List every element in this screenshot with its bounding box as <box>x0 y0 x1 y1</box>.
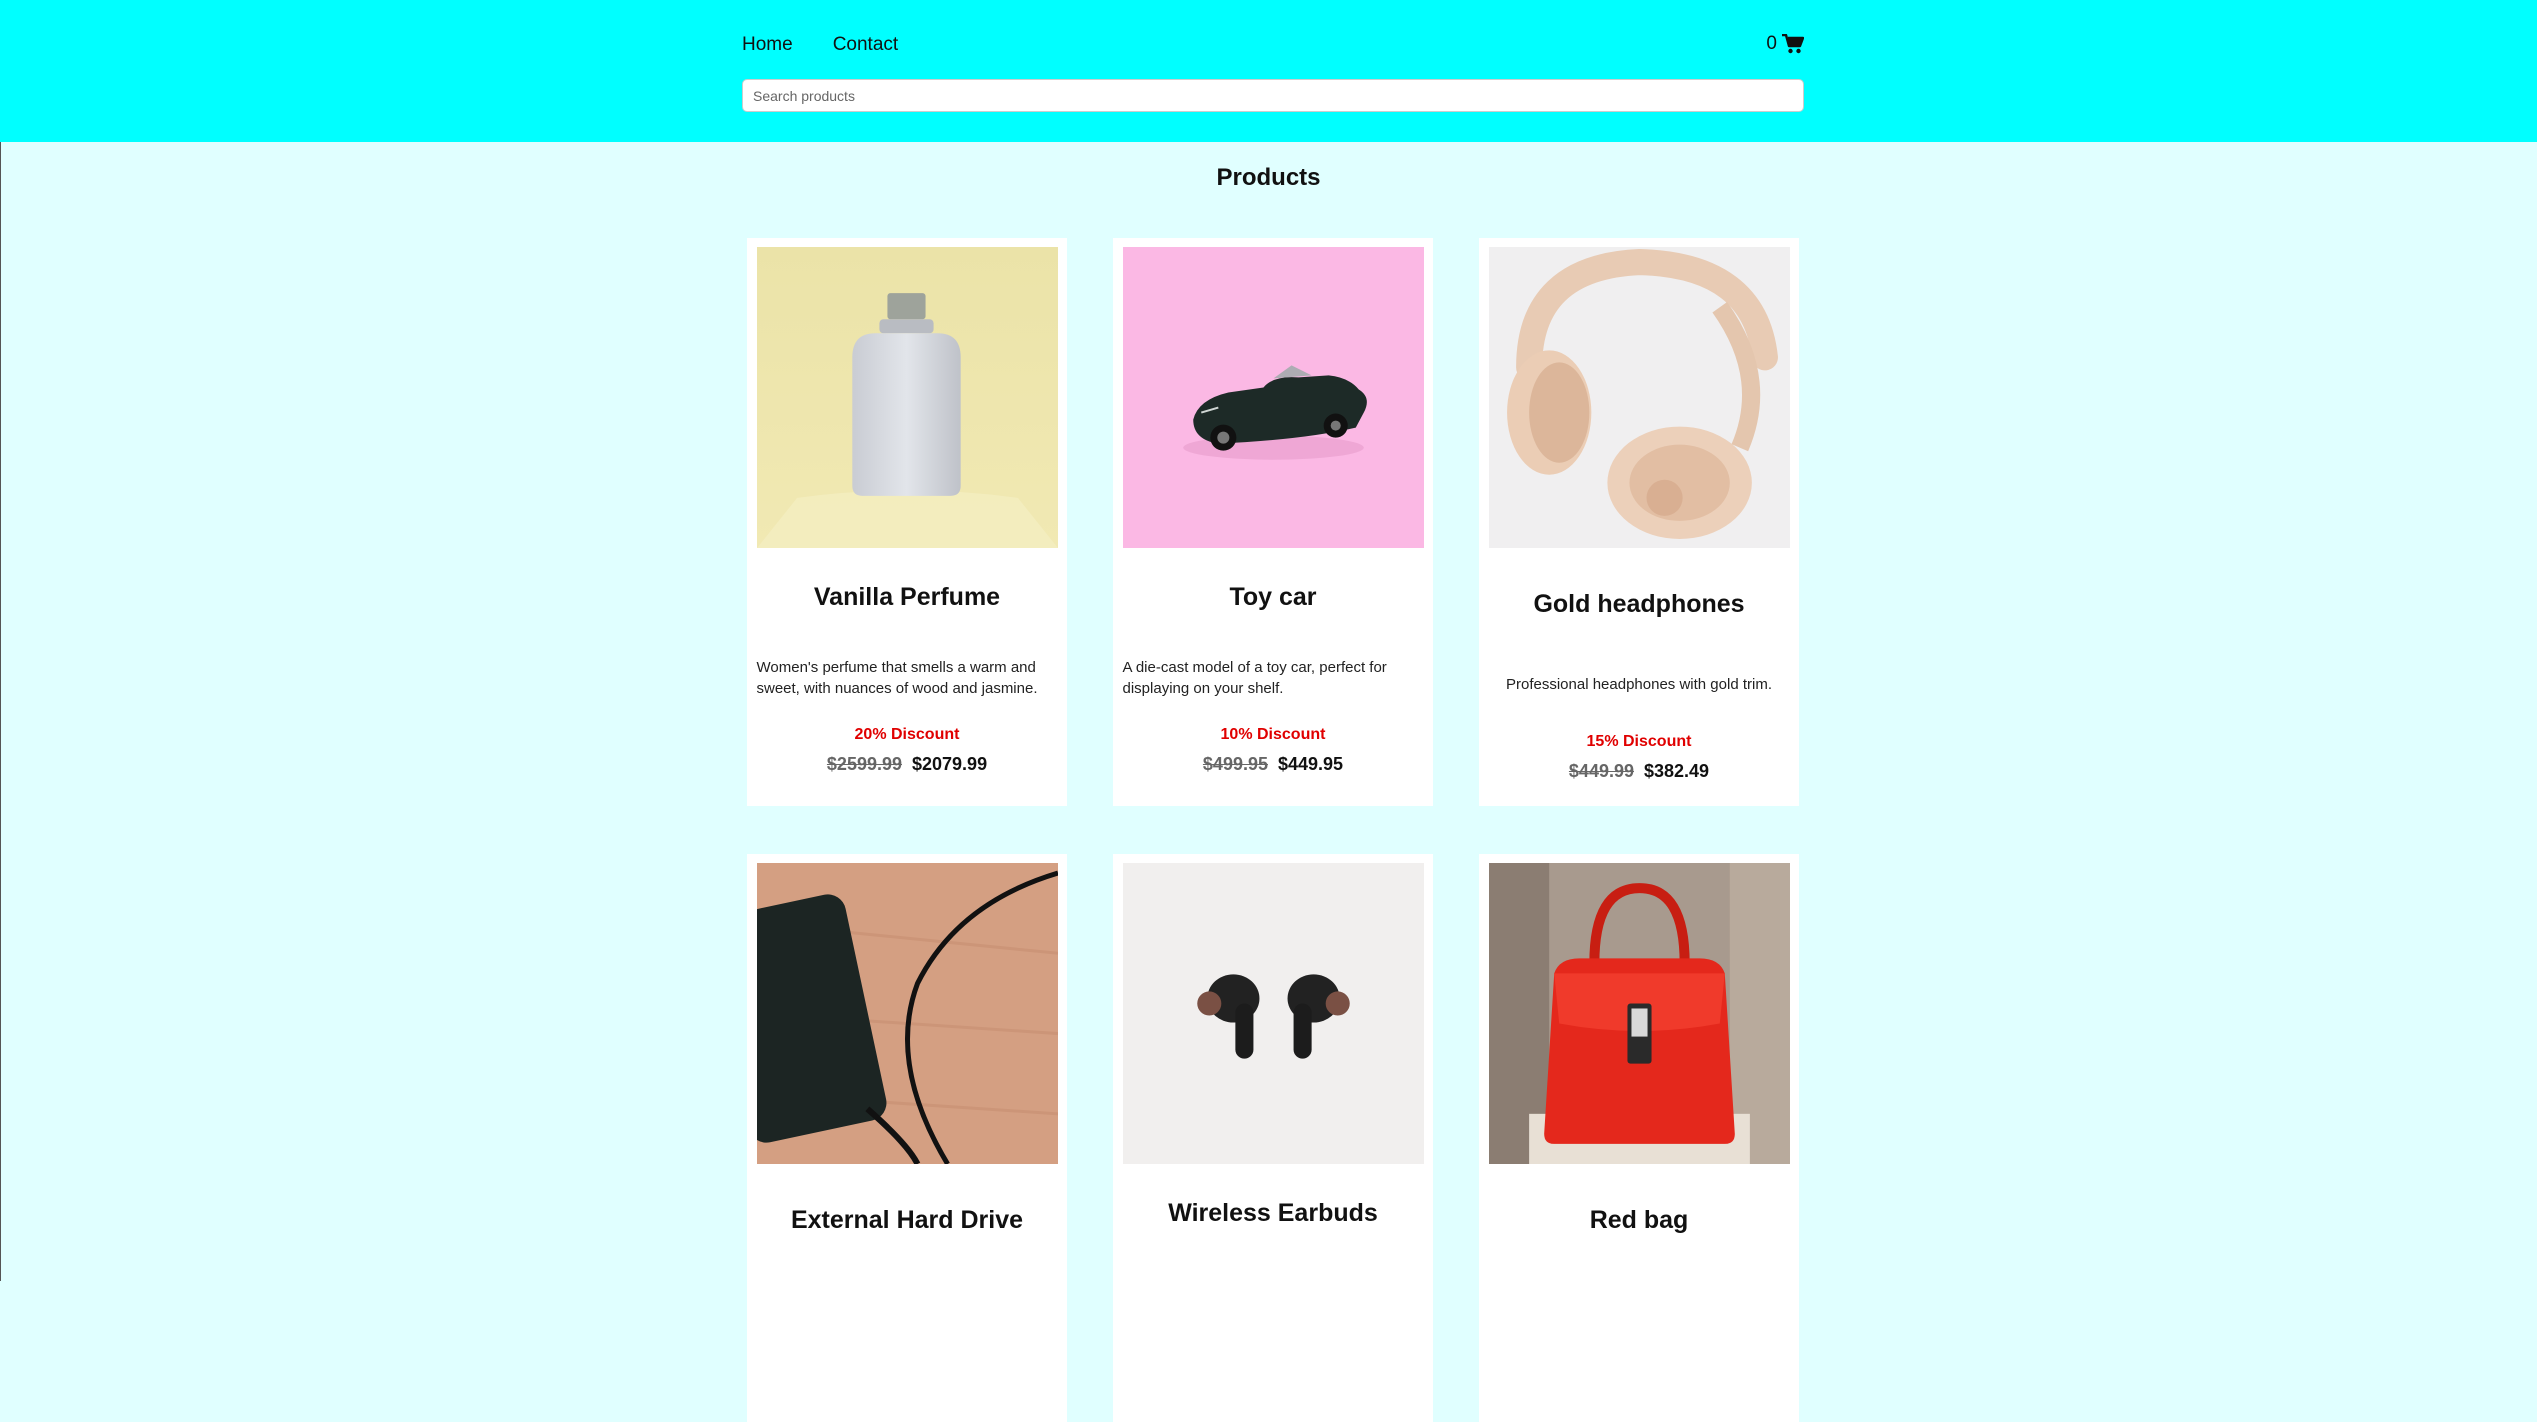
hard-drive-image <box>756 863 1058 1164</box>
price-row: $499.95 $449.95 <box>1203 754 1343 775</box>
old-price: $499.95 <box>1202 753 1268 774</box>
cart-button[interactable]: 0 <box>1766 33 1804 55</box>
toy-car-image <box>1122 247 1424 548</box>
product-card[interactable]: Toy car A die-cast model of a toy car, p… <box>1113 238 1433 806</box>
main-nav: Home Contact <box>742 34 898 56</box>
new-price: $449.95 <box>1278 753 1344 774</box>
discount-label: 20% Discount <box>854 725 960 743</box>
product-title[interactable]: Vanilla Perfume <box>814 583 1000 612</box>
cart-count: 0 <box>1766 33 1777 54</box>
earbuds-image <box>1122 863 1424 1164</box>
cart-icon <box>1782 34 1804 54</box>
product-title[interactable]: Red bag <box>1590 1206 1689 1235</box>
product-description: A die-cast model of a toy car, perfect f… <box>1122 658 1387 697</box>
nav-home-link[interactable]: Home <box>742 34 793 56</box>
header: Home Contact 0 <box>0 0 2537 142</box>
page-edge-divider <box>0 142 1 1281</box>
product-description: Professional headphones with gold trim. <box>1506 676 1772 693</box>
product-title[interactable]: Gold headphones <box>1533 590 1744 619</box>
price-row: $449.99 $382.49 <box>1569 761 1709 782</box>
old-price: $449.99 <box>1568 760 1634 781</box>
product-grid: Vanilla Perfume Women's perfume that sme… <box>747 238 1799 1422</box>
red-handbag-image <box>1488 863 1790 1164</box>
headphones-image <box>1488 247 1790 548</box>
new-price: $382.49 <box>1644 760 1710 781</box>
new-price: $2079.99 <box>912 753 988 774</box>
product-description: Women's perfume that smells a warm and s… <box>756 658 1038 697</box>
product-title[interactable]: Toy car <box>1229 583 1316 612</box>
search-input[interactable] <box>742 79 1804 112</box>
product-card[interactable]: External Hard Drive <box>747 854 1067 1422</box>
perfume-bottle-image <box>756 247 1058 548</box>
discount-label: 15% Discount <box>1586 732 1692 750</box>
product-card[interactable]: Vanilla Perfume Women's perfume that sme… <box>747 238 1067 806</box>
product-card[interactable]: Red bag <box>1479 854 1799 1422</box>
old-price: $2599.99 <box>826 753 902 774</box>
price-row: $2599.99 $2079.99 <box>827 754 987 775</box>
product-card[interactable]: Wireless Earbuds <box>1113 854 1433 1422</box>
page-title: Products <box>1216 164 1321 191</box>
nav-contact-link[interactable]: Contact <box>833 34 898 56</box>
product-title[interactable]: External Hard Drive <box>791 1206 1023 1235</box>
discount-label: 10% Discount <box>1220 725 1326 743</box>
product-card[interactable]: Gold headphones Professional headphones … <box>1479 238 1799 806</box>
product-title[interactable]: Wireless Earbuds <box>1168 1199 1378 1228</box>
header-inner: Home Contact 0 <box>742 0 1804 142</box>
